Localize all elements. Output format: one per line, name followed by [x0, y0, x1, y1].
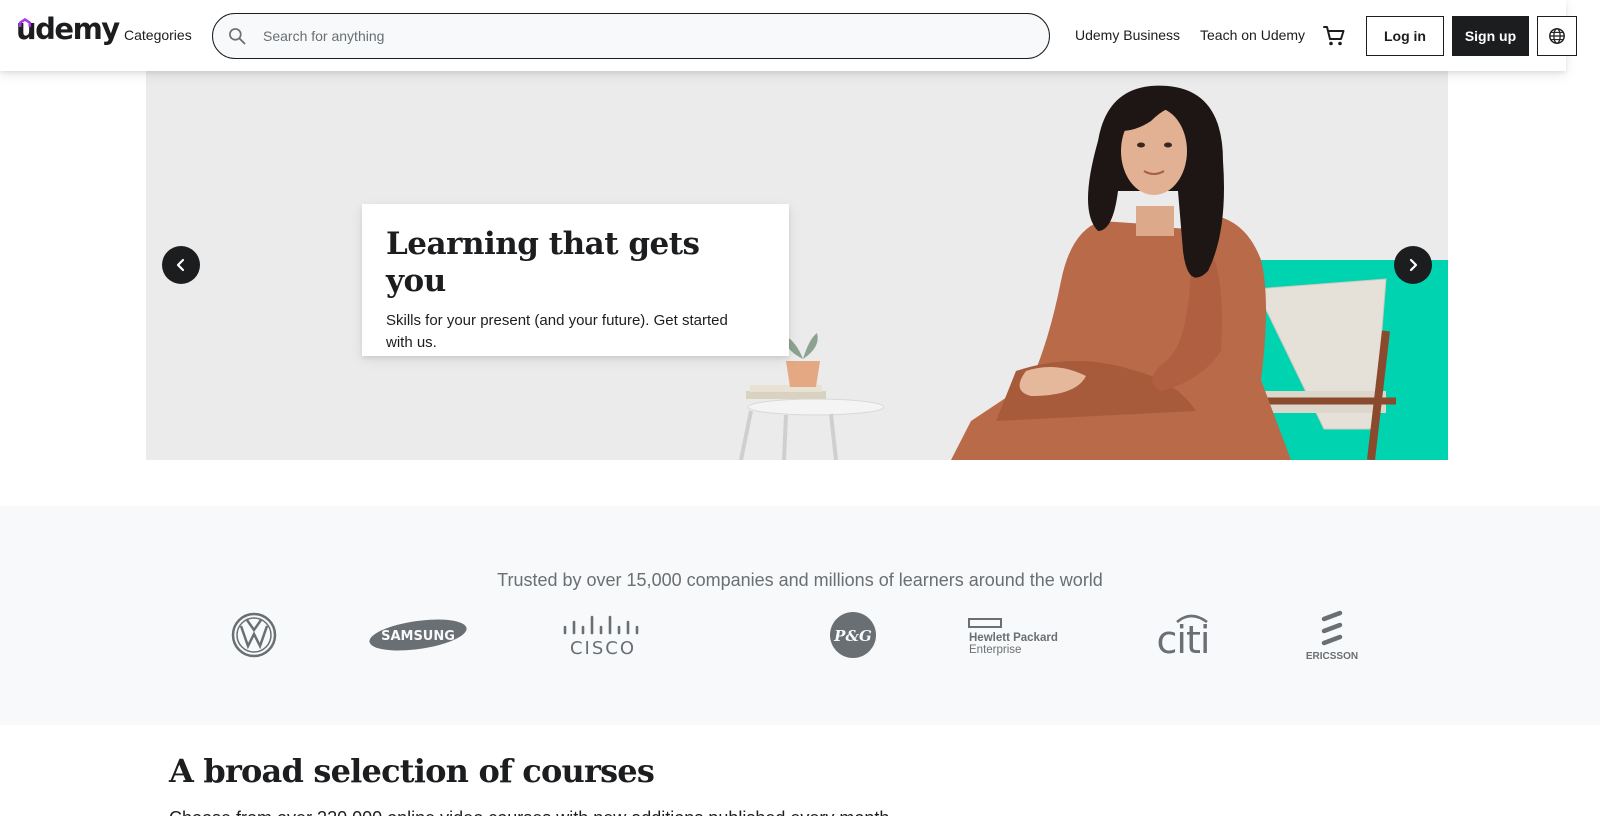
language-button[interactable]	[1537, 16, 1577, 56]
search-input[interactable]	[263, 14, 1023, 58]
top-navigation-bar: udemy Categories Udemy Business Teach on…	[0, 0, 1577, 71]
pg-wordmark: P&G	[833, 627, 872, 645]
ericsson-wordmark: ERICSSON	[1306, 651, 1358, 661]
udemy-logo[interactable]: udemy	[16, 12, 120, 52]
logo-mark-icon	[19, 18, 31, 27]
volkswagen-logo	[230, 606, 278, 664]
globe-icon	[1549, 28, 1565, 44]
courses-section-title: A broad selection of courses	[169, 752, 655, 790]
citi-wordmark: citi	[1157, 618, 1210, 658]
citi-logo: citi	[1150, 606, 1216, 664]
signup-button[interactable]: Sign up	[1452, 16, 1529, 56]
courses-section-subtitle: Choose from over 220,000 online video co…	[169, 808, 889, 816]
hpe-wordmark-line2: Enterprise	[969, 644, 1021, 656]
categories-link[interactable]: Categories	[124, 27, 192, 43]
login-button[interactable]: Log in	[1366, 16, 1444, 56]
pg-logo: P&G	[829, 606, 877, 664]
cisco-logo: CISCO	[560, 606, 646, 664]
hero-card: Learning that gets you Skills for your p…	[362, 204, 789, 356]
cisco-wordmark: CISCO	[570, 638, 636, 657]
shopping-cart-icon[interactable]	[1322, 24, 1346, 48]
hero-banner: Learning that gets you Skills for your p…	[146, 71, 1448, 460]
chevron-left-icon	[176, 258, 185, 272]
carousel-next-button[interactable]	[1394, 246, 1432, 284]
samsung-logo: SAMSUNG	[368, 606, 468, 664]
trusted-text: Trusted by over 15,000 companies and mil…	[497, 570, 1103, 590]
udemy-business-link[interactable]: Udemy Business	[1075, 27, 1180, 43]
samsung-wordmark: SAMSUNG	[381, 629, 455, 644]
trusted-companies-section: Trusted by over 15,000 companies and mil…	[0, 506, 1600, 725]
search-bar	[212, 13, 1050, 59]
chevron-right-icon	[1409, 258, 1418, 272]
hpe-logo: Hewlett Packard Enterprise	[968, 606, 1064, 664]
hero-woman-illustration	[739, 85, 1396, 460]
teach-on-udemy-link[interactable]: Teach on Udemy	[1200, 27, 1305, 43]
carousel-previous-button[interactable]	[162, 246, 200, 284]
hero-subtitle: Skills for your present (and your future…	[386, 312, 728, 352]
ericsson-logo: ERICSSON	[1300, 606, 1364, 664]
logo-text: udemy	[16, 12, 120, 46]
search-icon[interactable]	[227, 26, 247, 46]
hpe-wordmark-line1: Hewlett Packard	[969, 632, 1058, 644]
hero-title: Learning that gets you	[386, 226, 700, 300]
